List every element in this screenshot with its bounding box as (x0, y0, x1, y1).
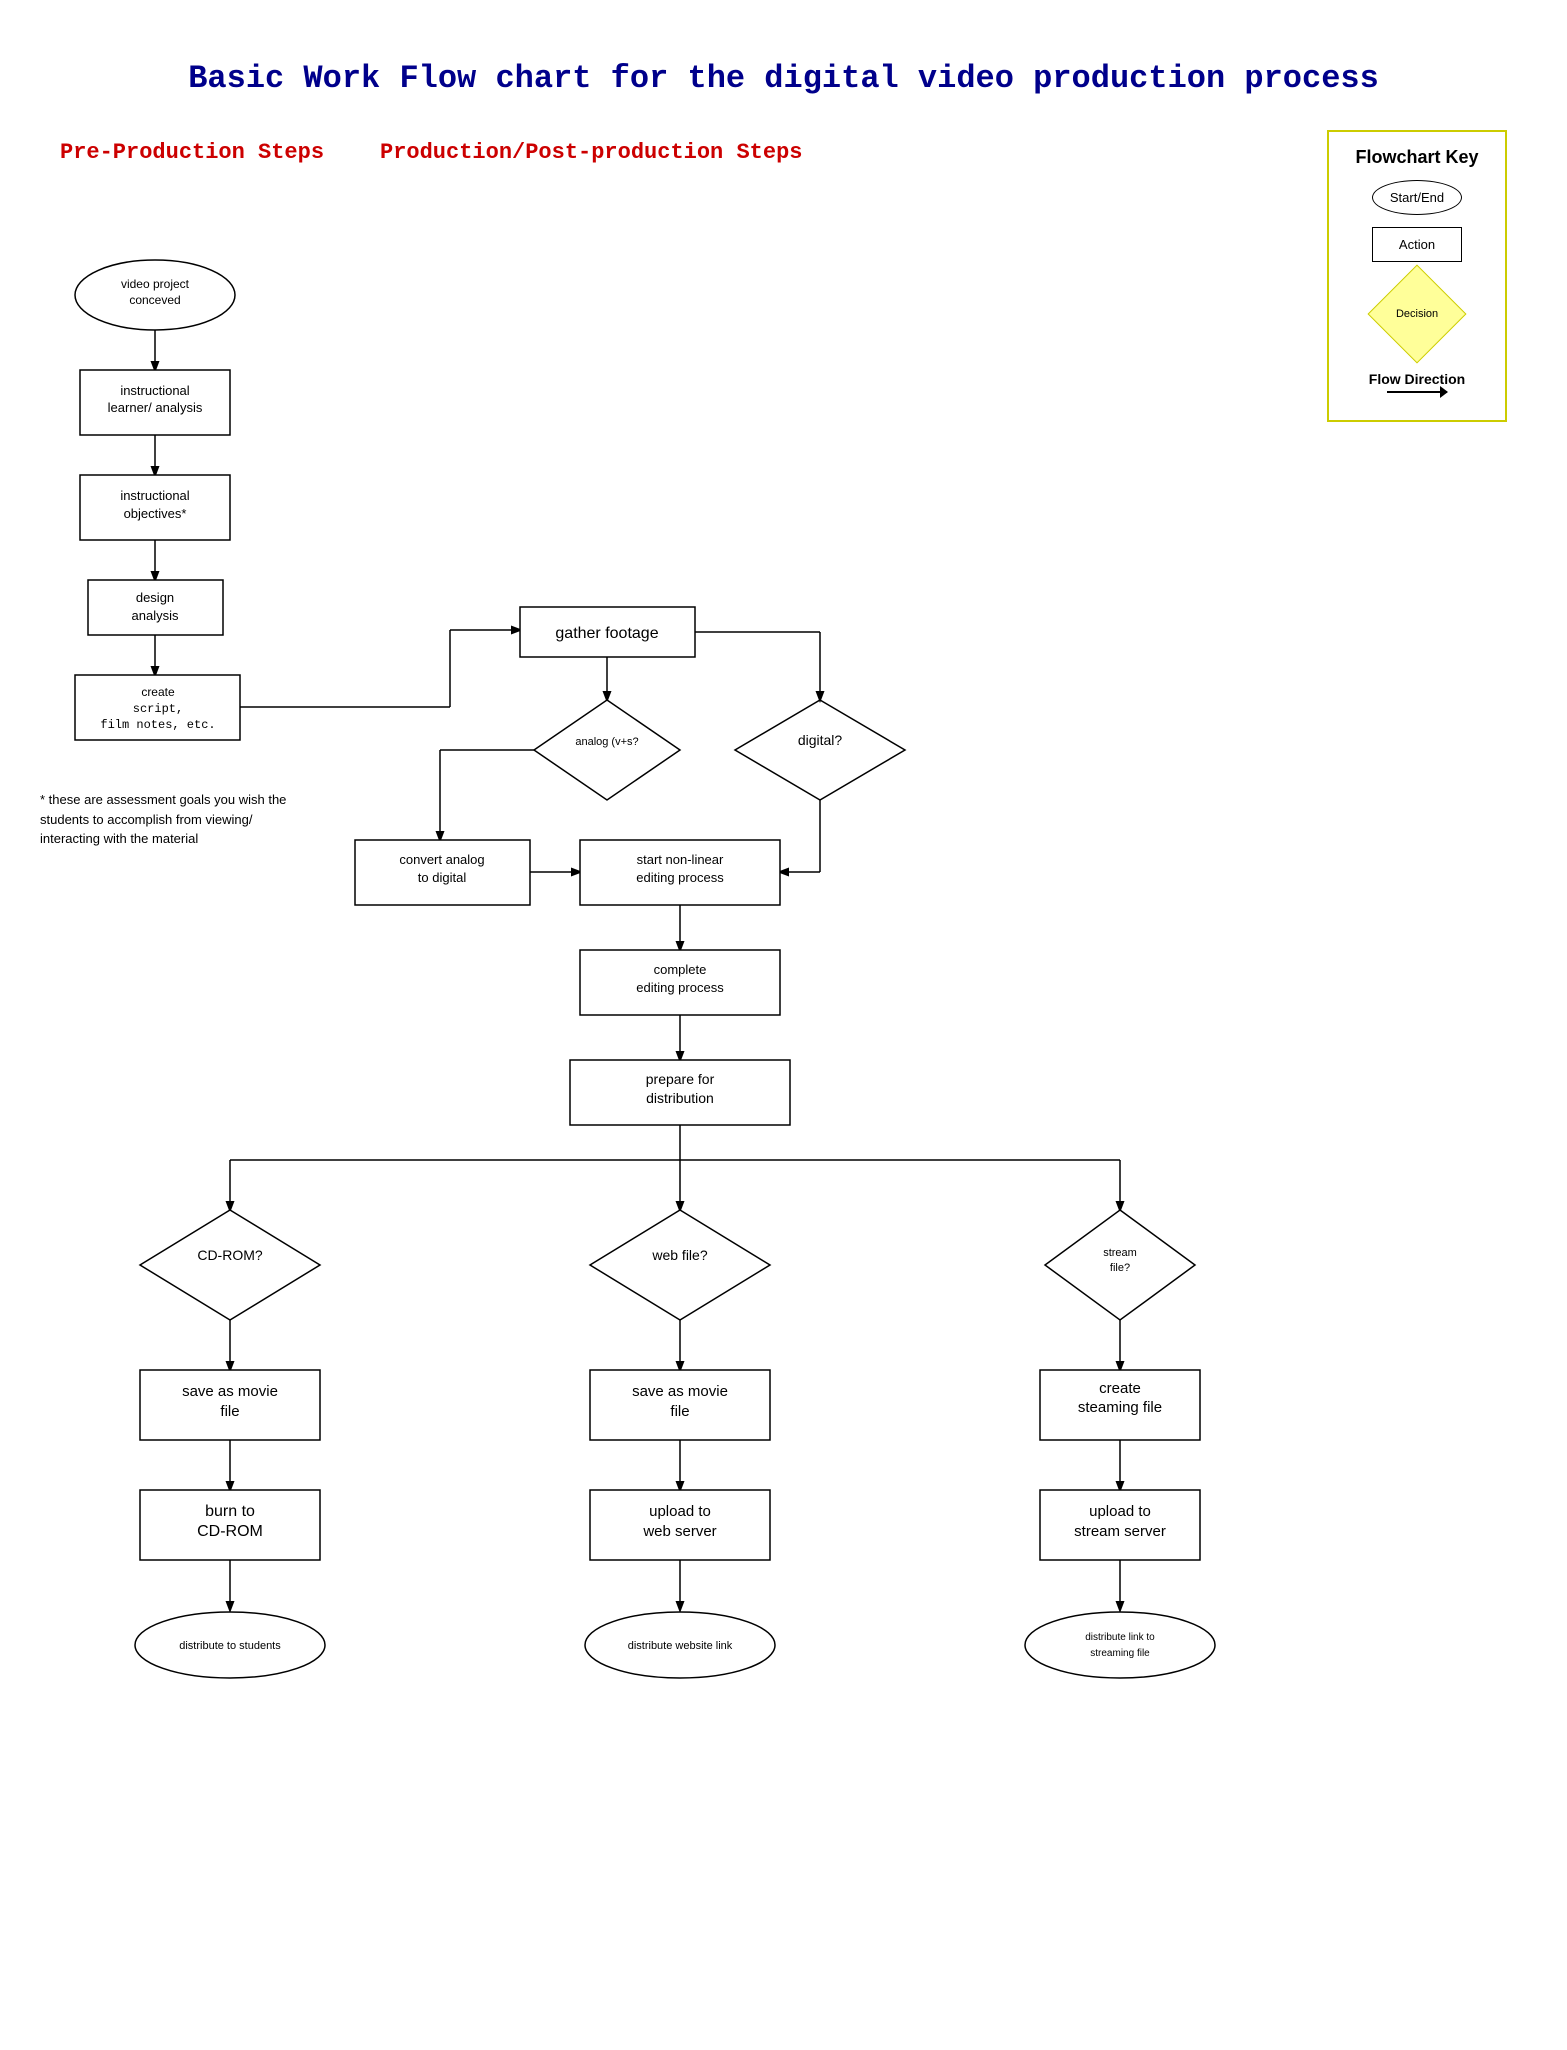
svg-text:file: file (220, 1403, 239, 1420)
svg-text:design: design (136, 590, 174, 605)
svg-text:gather footage: gather footage (555, 625, 658, 642)
svg-text:instructional: instructional (120, 488, 189, 503)
svg-text:convert analog: convert analog (399, 852, 484, 867)
page-title: Basic Work Flow chart for the digital vi… (40, 60, 1527, 97)
svg-text:steaming file: steaming file (1078, 1399, 1162, 1416)
svg-text:script,: script, (133, 702, 183, 716)
preproduction-label: Pre-Production Steps (60, 140, 324, 165)
svg-text:CD-ROM: CD-ROM (197, 1523, 263, 1540)
key-action: Action (1344, 227, 1490, 262)
svg-text:streaming file: streaming file (1090, 1648, 1150, 1659)
svg-text:distribution: distribution (646, 1090, 714, 1106)
svg-text:analog (v+s?: analog (v+s? (575, 736, 638, 748)
svg-text:objectives*: objectives* (124, 506, 187, 521)
key-flow-direction: Flow Direction (1344, 366, 1490, 393)
page: Basic Work Flow chart for the digital vi… (0, 0, 1567, 2048)
svg-text:CD-ROM?: CD-ROM? (197, 1247, 263, 1263)
flowchart-key: Flowchart Key Start/End Action Decision … (1327, 130, 1507, 422)
key-decision: Decision (1344, 274, 1490, 354)
svg-text:web server: web server (642, 1523, 716, 1540)
svg-text:distribute website link: distribute website link (628, 1640, 733, 1652)
svg-text:film notes, etc.: film notes, etc. (100, 718, 215, 732)
svg-text:editing process: editing process (636, 870, 724, 885)
svg-text:instructional: instructional (120, 383, 189, 398)
svg-text:file: file (670, 1403, 689, 1420)
key-arrow-shape (1387, 391, 1447, 393)
svg-text:digital?: digital? (798, 732, 843, 748)
svg-text:create: create (1099, 1380, 1141, 1397)
svg-text:upload to: upload to (649, 1503, 711, 1520)
svg-text:start non-linear: start non-linear (637, 852, 724, 867)
svg-text:upload to: upload to (1089, 1503, 1151, 1520)
svg-text:stream server: stream server (1074, 1523, 1166, 1540)
svg-text:web file?: web file? (651, 1247, 707, 1263)
svg-text:save as movie: save as movie (632, 1383, 728, 1400)
key-title: Flowchart Key (1344, 147, 1490, 168)
svg-text:learner/ analysis: learner/ analysis (108, 400, 203, 415)
svg-text:stream: stream (1103, 1247, 1137, 1259)
svg-text:prepare for: prepare for (646, 1071, 715, 1087)
svg-text:distribute link to: distribute link to (1085, 1632, 1155, 1643)
svg-text:video project: video project (121, 277, 190, 291)
footnote: * these are assessment goals you wish th… (40, 790, 300, 849)
svg-text:analysis: analysis (132, 608, 179, 623)
svg-text:editing process: editing process (636, 980, 724, 995)
key-diamond-shape: Decision (1368, 265, 1467, 364)
svg-text:save as movie: save as movie (182, 1383, 278, 1400)
production-label: Production/Post-production Steps (380, 140, 802, 165)
key-arrow-line (1387, 391, 1447, 393)
svg-text:file?: file? (1110, 1262, 1130, 1274)
key-start-end: Start/End (1344, 180, 1490, 215)
svg-text:create: create (141, 685, 175, 699)
svg-text:conceved: conceved (129, 293, 180, 307)
svg-text:to digital: to digital (418, 870, 467, 885)
key-rect-shape: Action (1372, 227, 1462, 262)
svg-text:distribute to students: distribute to students (179, 1640, 281, 1652)
key-oval-shape: Start/End (1372, 180, 1462, 215)
svg-text:complete: complete (654, 962, 707, 977)
svg-text:burn to: burn to (205, 1503, 255, 1520)
